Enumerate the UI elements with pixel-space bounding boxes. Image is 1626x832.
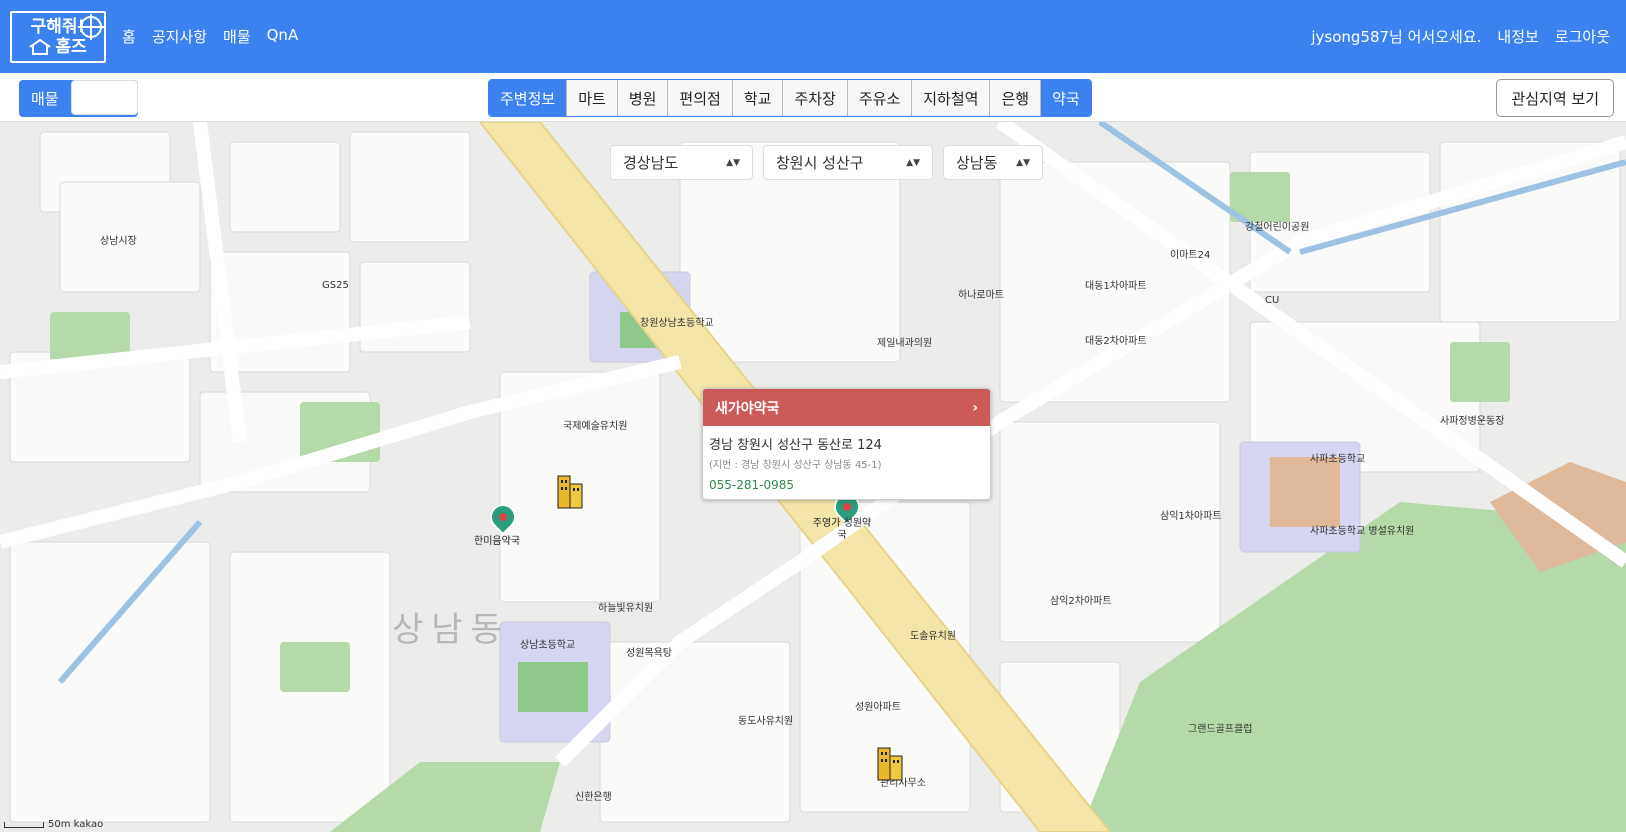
category-school[interactable]: 학교 xyxy=(732,80,784,116)
map-label: 삼익1차아파트 xyxy=(1160,511,1222,522)
category-convenience-store[interactable]: 편의점 xyxy=(668,80,733,116)
kakao-logo: kakao xyxy=(73,819,104,830)
map-label: 하나로마트 xyxy=(958,290,1004,301)
popup-header[interactable]: 새가야약국 › xyxy=(703,389,990,426)
logo-line2: 홈즈 xyxy=(55,36,87,57)
popup-title: 새가야약국 xyxy=(715,400,780,417)
map-label: 사파정병운동장 xyxy=(1440,416,1505,427)
apartment-marker-icon[interactable] xyxy=(876,744,906,782)
map-label: 상남초등학교 xyxy=(520,640,576,651)
apartment-marker-icon[interactable] xyxy=(556,472,586,510)
type-apartment-button[interactable]: 아파트 xyxy=(70,80,139,115)
nav-notice[interactable]: 공지사항 xyxy=(152,26,207,47)
map-label: 강철어린이공원 xyxy=(1245,222,1310,233)
logout-link[interactable]: 로그아웃 xyxy=(1555,26,1610,47)
dong-value: 상남동 xyxy=(956,154,998,172)
user-area: jysong587님 어서오세요. 내정보 로그아웃 xyxy=(1311,26,1610,47)
popup-address: 경남 창원시 성산구 동산로 124 xyxy=(709,438,882,453)
dong-select[interactable]: 상남동 ▲▼ xyxy=(943,145,1043,180)
main-nav: 홈 공지사항 매물 QnA xyxy=(122,26,298,47)
category-hospital[interactable]: 병원 xyxy=(617,80,669,116)
top-navbar: 구해줘! 홈즈 홈 공지사항 매물 QnA jysong587님 어서오세요. … xyxy=(0,0,1626,73)
map-label: 도솔유치원 xyxy=(910,631,956,642)
nav-listings[interactable]: 매물 xyxy=(223,26,251,47)
chevron-updown-icon: ▲▼ xyxy=(906,157,920,168)
nav-home[interactable]: 홈 xyxy=(122,26,136,47)
category-subway[interactable]: 지하철역 xyxy=(912,80,991,116)
city-value: 창원시 성산구 xyxy=(776,154,864,172)
nav-qna[interactable]: QnA xyxy=(267,26,299,47)
favorite-area-button[interactable]: 관심지역 보기 xyxy=(1496,79,1614,117)
map-scale-bar xyxy=(4,822,44,828)
province-value: 경상남도 xyxy=(623,154,679,172)
myinfo-link[interactable]: 내정보 xyxy=(1497,26,1538,47)
map-label: 대동2차아파트 xyxy=(1085,336,1147,347)
popup-jibun: (지번 : 경남 창원시 성산구 상남동 45-1) xyxy=(709,460,882,471)
map-label: 사파초등학교 xyxy=(1310,454,1366,465)
map-label: 동도사유치원 xyxy=(738,716,794,727)
category-bank[interactable]: 은행 xyxy=(990,80,1042,116)
popup-phone[interactable]: 055-281-0985 xyxy=(709,478,990,492)
dong-watermark: 상남동 xyxy=(392,610,510,650)
map-label: 삼익2차아파트 xyxy=(1050,596,1112,607)
map-view[interactable]: 상남시장 CU 이마트24 GS25 하나로마트 창원상남초등학교 상남초등학교… xyxy=(0,122,1626,832)
type-listing-button[interactable]: 매물 xyxy=(19,80,71,117)
map-label: 신한은행 xyxy=(575,792,612,803)
map-label: 상남시장 xyxy=(100,236,137,247)
chevron-right-icon[interactable]: › xyxy=(972,400,978,416)
chevron-updown-icon: ▲▼ xyxy=(1016,157,1030,168)
target-icon xyxy=(78,13,104,40)
map-label: 성원아파트 xyxy=(855,702,901,713)
map-label: 성원목욕탕 xyxy=(626,648,672,659)
category-pharmacy[interactable]: 약국 xyxy=(1041,80,1091,116)
pharmacy-label: 한미음약국 xyxy=(474,536,520,547)
logo[interactable]: 구해줘! 홈즈 xyxy=(10,10,106,63)
category-parking[interactable]: 주차장 xyxy=(783,80,848,116)
map-label: 하늘빛유치원 xyxy=(598,603,654,614)
category-mart[interactable]: 마트 xyxy=(567,80,618,116)
map-label: GS25 xyxy=(322,280,349,291)
category-gas-station[interactable]: 주유소 xyxy=(847,80,913,116)
city-select[interactable]: 창원시 성산구 ▲▼ xyxy=(763,145,933,180)
filter-bar: 매물 아파트 주변정보 마트 병원 편의점 학교 주차장 주유소 지하철역 은행… xyxy=(0,73,1626,122)
map-label: 국제예술유치원 xyxy=(563,421,628,432)
map-label: 이마트24 xyxy=(1170,250,1211,261)
province-select[interactable]: 경상남도 ▲▼ xyxy=(610,145,753,180)
category-button-group: 주변정보 마트 병원 편의점 학교 주차장 주유소 지하철역 은행 약국 xyxy=(488,79,1092,117)
map-attribution: 50m kakao xyxy=(48,819,103,830)
map-label: 창원상남초등학교 xyxy=(640,318,714,329)
map-label: 사파초등학교 병설유치원 xyxy=(1310,526,1415,537)
house-icon xyxy=(29,38,51,55)
greeting: jysong587님 어서오세요. xyxy=(1311,28,1482,46)
map-label: 그랜드골프클럽 xyxy=(1188,724,1253,735)
region-selectors: 경상남도 ▲▼ 창원시 성산구 ▲▼ 상남동 ▲▼ xyxy=(610,145,1043,180)
scale-value: 50m xyxy=(48,819,71,830)
map-label: CU xyxy=(1265,295,1280,306)
category-nearby-info[interactable]: 주변정보 xyxy=(489,80,568,116)
listing-type-toggle: 매물 아파트 xyxy=(19,80,139,117)
pharmacy-label: 주영가 성원약국 xyxy=(812,518,872,541)
map-label: 제일내과의원 xyxy=(877,338,933,349)
map-label: 대동1차아파트 xyxy=(1085,281,1147,292)
place-info-popup: 새가야약국 › 경남 창원시 성산구 동산로 124 (지번 : 경남 창원시 … xyxy=(702,388,991,500)
chevron-updown-icon: ▲▼ xyxy=(726,157,740,168)
